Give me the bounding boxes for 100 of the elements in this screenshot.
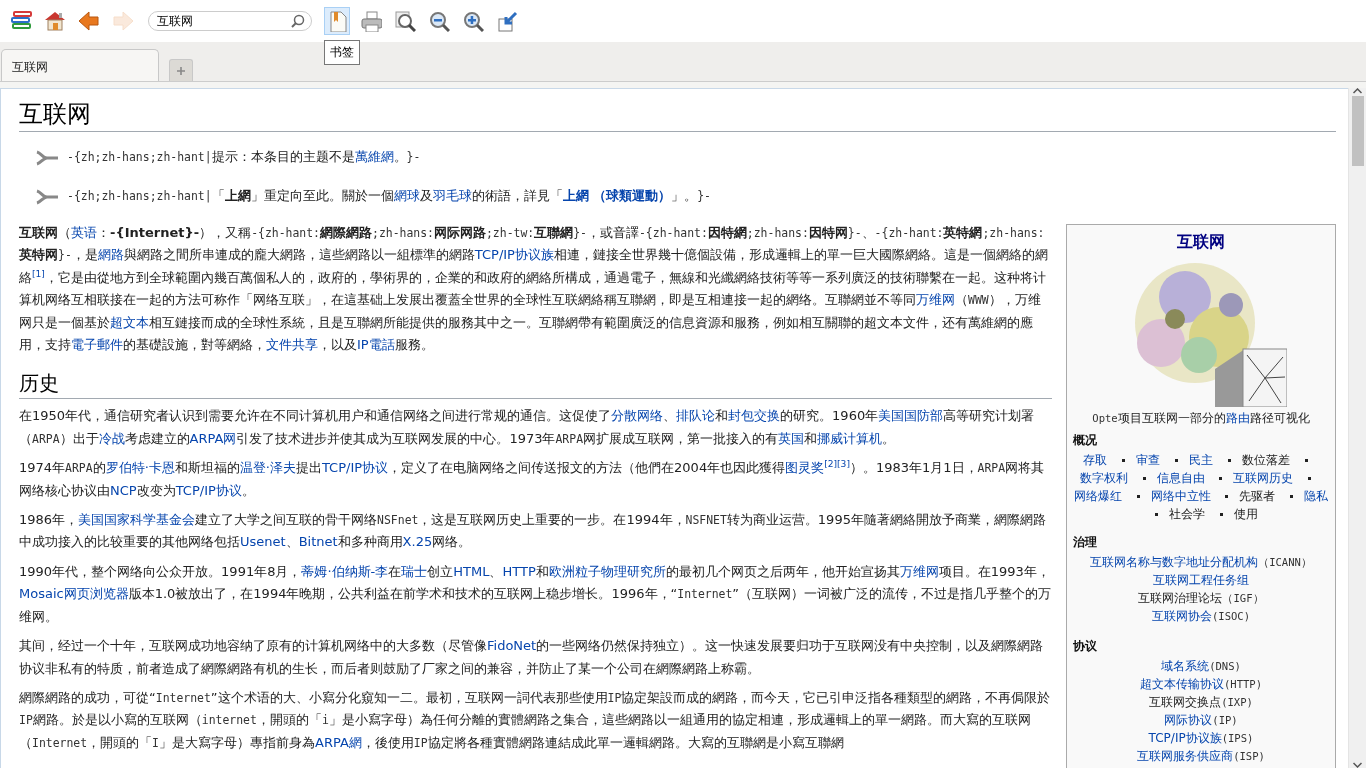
link[interactable]: 排队论 — [676, 408, 716, 424]
link[interactable]: 挪威计算机 — [817, 430, 882, 446]
paragraph: 1986年，美国国家科学基金会建立了大学之间互联的骨干网络NSFnet，这是互联网历史上重要的一步。在1994年，NSFNET转为商业运营。1995年隨著網絡開放予商業，網際網路中成功接入的比较重要的其他网络包括Usenet、Bitnet和多种商用X.25网络。 — [19, 511, 1047, 552]
reference-link[interactable]: [2] — [824, 458, 838, 469]
infobox-link[interactable]: 存取 — [1083, 453, 1108, 467]
infobox-link[interactable]: 网络爆红 — [1073, 489, 1122, 503]
link[interactable]: 美国国防部 — [878, 408, 944, 424]
infobox-link[interactable]: 审查 — [1136, 453, 1161, 467]
reference-link[interactable]: [1] — [32, 268, 45, 279]
link[interactable]: ARPA网 — [189, 430, 237, 446]
fork-arrow-icon — [35, 148, 59, 167]
zoom-out-icon[interactable] — [428, 10, 450, 32]
link[interactable]: ARPA網 — [315, 734, 362, 750]
infobox-entry: 互联网服务供应商(ISP) — [1136, 748, 1266, 765]
paragraph: 網際網路的成功，可從“Internet”这个术语的大、小寫分化窺知一二。最初，互联网一詞代表那些使用IP協定架設而成的網路，而今天，它已引申泛指各種類型的網路，不再侷限於 IP網路。於是以小寫的互联网（internet，開頭的「i」是小寫字母）為任何分離的實體網路之集合，這些網路以一組通用的協定相連，形成邏輯上的單一網路。而大寫的互联网（Internet，開頭的「I」是大寫字母）專指前身為ARPA網，後使用IP協定將各種實體網路連結成此單一邏輯網路。大寫的互聯網是小寫互聯網 — [19, 688, 1052, 752]
link[interactable]: 羽毛球 — [432, 188, 472, 204]
link[interactable]: 温登·泽夫 — [239, 460, 296, 476]
link[interactable]: 冷战 — [98, 430, 125, 446]
link[interactable]: NCP — [110, 482, 137, 498]
link[interactable]: IP電話 — [357, 337, 395, 353]
link[interactable]: X.25 — [402, 534, 433, 550]
link[interactable]: 上網 （球類運動） — [562, 188, 672, 204]
infobox-link[interactable]: 数字权利 — [1079, 471, 1128, 485]
link[interactable]: 瑞士 — [401, 563, 428, 579]
link[interactable]: 互联网名称与数字地址分配机构 — [1090, 555, 1259, 569]
search-icon[interactable] — [291, 14, 305, 28]
link[interactable]: 網球 — [393, 188, 420, 204]
link[interactable]: 万维网 — [899, 563, 939, 579]
bookmark-button[interactable] — [324, 7, 350, 35]
paragraph: 其间，经过一个十年，互联网成功地容纳了原有的计算机网络中的大多数（尽管像FidoNet的一些网络仍然保持独立）。这一快速发展要归功于互联网没有中央控制，以及網際網路协议非私有的特质，前者造成了網際網路有机的生长，而后者则鼓励了厂家之间的兼容，并防止了某一个公司在網際網路上称霸。 — [19, 637, 1045, 678]
link[interactable]: 萬維網 — [354, 149, 394, 165]
infobox-text: 先驱者 — [1239, 489, 1276, 503]
link[interactable]: 英语 — [71, 225, 97, 240]
infobox-entry: 互联网名称与数字地址分配机构（ICANN） — [1089, 554, 1313, 571]
house-icon[interactable] — [43, 9, 67, 33]
link[interactable]: 超文本 — [110, 314, 149, 330]
link[interactable]: 网际协议 — [1164, 713, 1213, 727]
link[interactable]: 图灵奖 — [785, 460, 825, 476]
link[interactable]: 電子郵件 — [71, 337, 123, 353]
page-title: 互联网 — [19, 99, 1336, 132]
link[interactable]: TCP/IP协议族 — [1148, 731, 1222, 745]
link[interactable]: TCP/IP协议 — [175, 482, 242, 498]
infobox-link[interactable]: 互联网历史 — [1233, 471, 1294, 485]
link[interactable]: 路由 — [1225, 411, 1250, 425]
search-field[interactable]: 互联网 — [148, 11, 312, 31]
infobox-title: 互联网 — [1176, 233, 1226, 251]
link[interactable]: 文件共享 — [266, 337, 318, 353]
infobox-heading: 概况 — [1073, 432, 1098, 449]
infobox-text: 使用 — [1233, 507, 1258, 521]
back-arrow-icon[interactable] — [77, 9, 101, 33]
infobox-entry: 网际协议(IP) — [1163, 712, 1239, 729]
link[interactable]: Usenet — [240, 534, 286, 550]
link[interactable]: 英国 — [778, 430, 804, 446]
export-arrow-icon[interactable] — [496, 10, 518, 32]
zoom-in-icon[interactable] — [462, 10, 484, 32]
link[interactable]: TCP/IP协议族 — [474, 247, 554, 263]
paragraph: 1990年代，整个网络向公众开放。1991年8月，蒂姆·伯纳斯-李在瑞士创立HTML、HTTP和欧洲粒子物理研究所的最初几个网页之后两年，他开始宣扬其万维网项目。在1993年， Mosaic网页浏览器版本1.0被放出了，在1994年晚期，公共利益在前学术和技术的互联网上稳步增长。1996年，“Internet”（互联网）一词被广泛的流传，不过是指几乎整个的万维网。 — [19, 562, 1052, 626]
infobox-entry: TCP/IP协议族(IPS) — [1147, 730, 1255, 747]
link[interactable]: 万维网 — [916, 292, 955, 308]
link[interactable]: 互联网服务供应商 — [1137, 749, 1234, 763]
infobox-text: 社会学 — [1169, 507, 1206, 521]
printer-icon[interactable] — [360, 10, 382, 32]
link[interactable]: 互联网协会 — [1151, 609, 1212, 623]
link[interactable]: 域名系统 — [1161, 659, 1210, 673]
paragraph: 互联网（英语：-{Internet}-），又稱-{zh-hant:網際網路;zh-hans:网际网路;zh-tw:互聯網}-，或音譯-{zh-hant:因特網;zh-hans:因特网}-、-{zh-hant:英特網;zh-hans: 英特网}-，是網路與網路之間所串連成的龐大網路，這些網路以一組標準的網路TCP/IP协议族相連，鏈接全世界幾十億個設備，形成邏輯上的單一巨大國際網絡。這是一個網絡的網絡$^{[1]}$，它是由從地方到全球範圍內幾百萬個私人的，政府的，學術界的，企業的和政府的網絡所構成，通過電子，無線和光纖網絡技術等等一系列廣泛的技術聯繫在一起。这种将计算机网络互相联接在一起的方法可称作「网络互联」，在這基础上发展出覆蓋全世界的全球性互联網絡稱互聯網，即是互相連接一起的網络。互聯網並不等同万维网（WWW），万维网只是一個基於超文本相互鏈接而成的全球性系統，且是互聯網所能提供的服務其中之一。互聯網帶有範圍廣泛的信息資源和服務，例如相互關聯的超文本文件，还有萬維網的應用，支持電子郵件的基礎設施，對等網絡，文件共享，以及IP電話服務。 — [19, 224, 1049, 355]
link[interactable]: 網路 — [97, 247, 124, 263]
link[interactable]: 互联网工程任务组 — [1153, 573, 1249, 587]
scrollbar[interactable] — [1348, 88, 1366, 768]
infobox-text: 数位落差 — [1241, 453, 1290, 467]
link[interactable]: 美国国家科学基金会 — [78, 512, 196, 528]
reference-link[interactable]: [3] — [837, 458, 850, 469]
infobox-entry: 互联网协会(ISOC) — [1150, 608, 1252, 625]
link[interactable]: 分散网络 — [611, 408, 664, 424]
infobox-link[interactable]: 民主 — [1189, 453, 1213, 467]
link[interactable]: 罗伯特·卡恩 — [105, 460, 175, 476]
link[interactable]: Bitnet — [298, 534, 338, 550]
tab[interactable]: 互联网 — [1, 49, 159, 81]
image-caption: Opte项目互联网一部分的路由路径可视化 — [1091, 410, 1311, 427]
infobox-heading: 治理 — [1073, 534, 1098, 551]
infobox-link[interactable]: 隐私 — [1304, 489, 1329, 503]
infobox-entry: 互联网交换点(IXP) — [1148, 694, 1254, 711]
infobox-link[interactable]: 网络中立性 — [1150, 489, 1211, 503]
link[interactable]: Mosaic网页浏览器 — [19, 586, 129, 602]
hatnote: -{zh;zh-hans;zh-hant|提示：本条目的主题不是萬維網。}- — [67, 148, 421, 167]
link[interactable]: 欧洲粒子物理研究所 — [548, 563, 666, 579]
link[interactable]: 超文本传输协议 — [1139, 677, 1224, 691]
section-heading: 历史 — [19, 370, 1052, 400]
magnifier-page-icon[interactable] — [394, 10, 416, 32]
scrollbar-thumb[interactable] — [1351, 96, 1364, 166]
link[interactable]: FidoNet — [487, 638, 537, 654]
hatnote: -{zh;zh-hans;zh-hant|「上網」重定向至此。關於一個網球及羽毛球的術語，詳見「上網 （球類運動）」。}- — [67, 187, 711, 206]
link[interactable]: 封包交换 — [728, 408, 781, 424]
infobox-heading: 协议 — [1073, 638, 1098, 655]
link[interactable]: HTML — [453, 563, 490, 579]
link[interactable]: HTTP — [502, 563, 536, 579]
paragraph: 在1950年代，通信研究者认识到需要允许在不同计算机用户和通信网络之间进行常规的通信。这促使了分散网络、排队论和封包交换的研究。1960年美国国防部高等研究计划署（ARPA）出于冷战考虑建立的ARPA网引发了技术进步并使其成为互联网发展的中心。1973年ARPA网扩展成互联网，第一批接入的有英国和挪威计算机。 — [19, 407, 1036, 448]
link[interactable]: TCP/IP协议 — [321, 460, 389, 476]
infobox-link[interactable]: 信息自由 — [1156, 471, 1205, 485]
link[interactable]: 蒂姆·伯纳斯-李 — [301, 563, 389, 579]
infobox-entry: 互联网治理论坛（IGF） — [1137, 590, 1265, 607]
